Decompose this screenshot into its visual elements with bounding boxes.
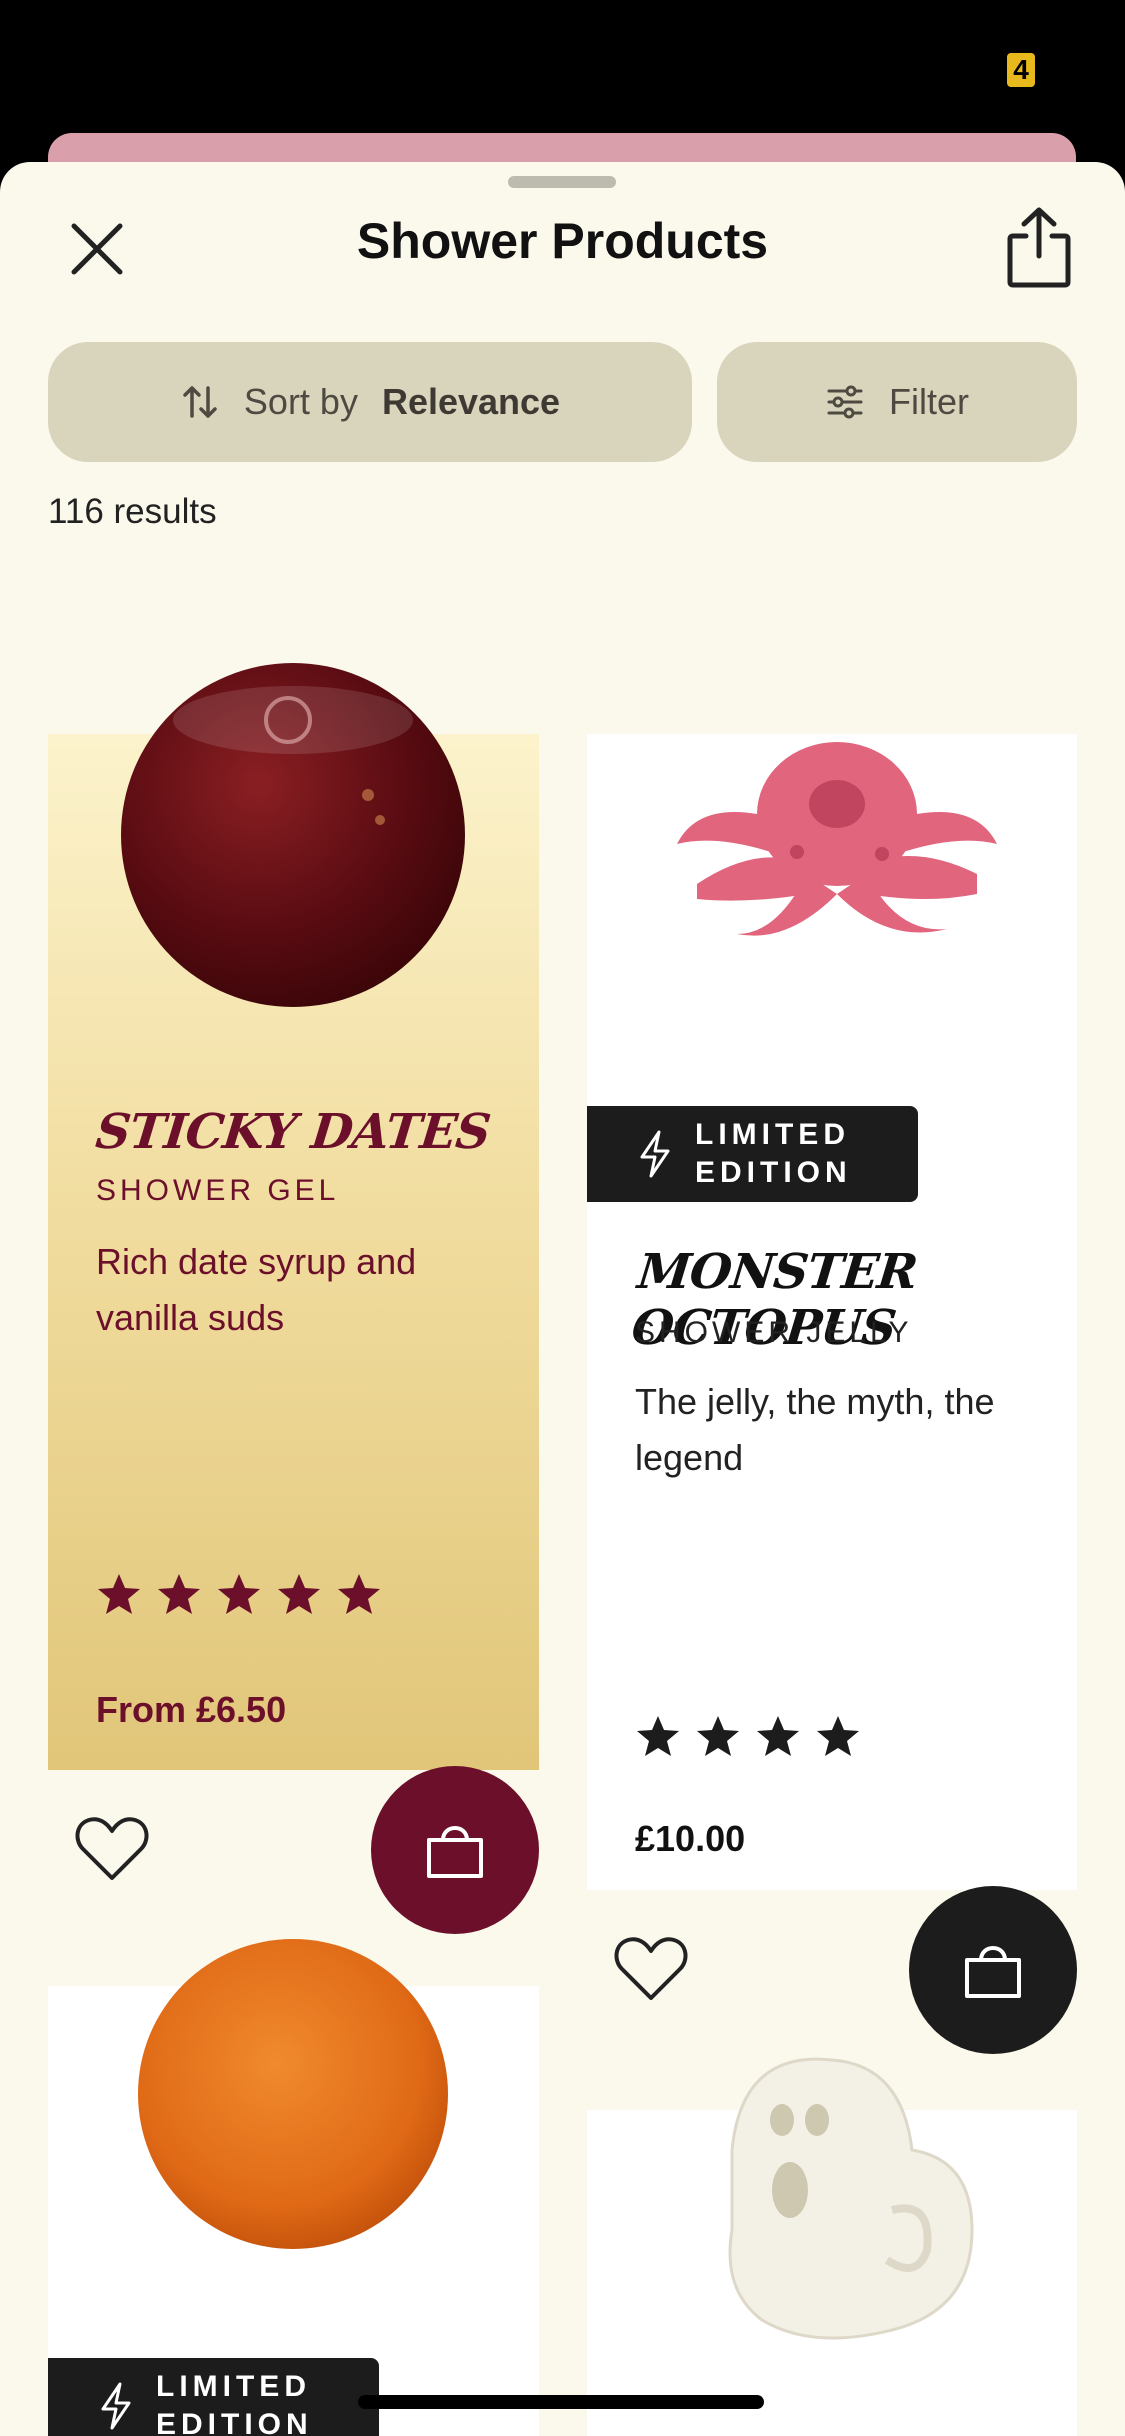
lightning-bolt-icon <box>640 1130 670 1178</box>
product-card[interactable]: LIMITED EDITION MONSTER OCTOPUS SHOWER J… <box>587 734 1077 2054</box>
badge-text: LIMITED EDITION <box>156 2370 313 2436</box>
badge-text: LIMITED EDITION <box>695 1118 852 1189</box>
star-icon <box>98 1574 140 1614</box>
sort-value: Relevance <box>381 381 561 422</box>
star-icon <box>338 1574 380 1614</box>
product-price: £10.00 <box>635 1818 746 1859</box>
product-card[interactable] <box>587 2057 1077 2436</box>
status-bar: 4 <box>0 0 1125 140</box>
product-price: From £6.50 <box>96 1689 287 1730</box>
star-icon <box>637 1716 679 1756</box>
product-image-orange-gel <box>138 1939 448 2249</box>
star-icon <box>757 1716 799 1756</box>
product-card[interactable]: LIMITED EDITION <box>48 1939 539 2436</box>
product-image-date-syrup-gel <box>121 663 465 1007</box>
results-count: 116 results <box>48 492 217 531</box>
wishlist-heart-icon[interactable] <box>613 1934 689 2004</box>
add-to-bag-button[interactable] <box>909 1886 1077 2054</box>
share-button[interactable] <box>1004 204 1074 290</box>
filter-sliders-icon <box>827 385 863 419</box>
product-name[interactable]: STICKY DATES <box>93 1104 493 1160</box>
sheet-grabber[interactable] <box>508 176 616 188</box>
rating-stars <box>96 1572 382 1616</box>
star-icon <box>817 1716 859 1756</box>
wishlist-heart-icon[interactable] <box>74 1814 150 1884</box>
page-title: Shower Products <box>356 213 769 269</box>
star-icon <box>218 1574 260 1614</box>
star-icon <box>158 1574 200 1614</box>
add-to-bag-button[interactable] <box>371 1766 539 1934</box>
star-icon <box>697 1716 739 1756</box>
home-indicator[interactable] <box>358 2395 764 2409</box>
limited-edition-badge: LIMITED EDITION <box>587 1106 918 1202</box>
filter-button[interactable]: Filter <box>717 342 1077 462</box>
limited-edition-badge: LIMITED EDITION <box>48 2358 379 2436</box>
product-type: SHOWER GEL <box>96 1174 340 1207</box>
lightning-bolt-icon <box>101 2382 131 2430</box>
sort-label: Sort by <box>243 381 358 422</box>
sort-icon <box>183 386 217 418</box>
product-card[interactable]: STICKY DATES SHOWER GEL Rich date syrup … <box>48 663 539 1934</box>
shopping-bag-icon <box>965 1946 1021 1998</box>
product-type: SHOWER JELLY <box>635 1316 913 1349</box>
product-image-ghost-soap <box>728 2057 974 2340</box>
shopping-bag-icon <box>427 1826 483 1878</box>
star-icon <box>278 1574 320 1614</box>
bottom-sheet: Shower Products Sort by Relevance Filter… <box>0 162 1125 2436</box>
status-badge: 4 <box>1007 53 1035 87</box>
rating-stars <box>635 1714 861 1758</box>
product-description: Rich date syrup and vanilla suds <box>96 1241 417 1338</box>
share-icon <box>1007 207 1071 288</box>
product-description: The jelly, the myth, the legend <box>635 1381 995 1478</box>
filter-label: Filter <box>889 381 969 422</box>
sort-button[interactable]: Sort by Relevance <box>48 342 692 462</box>
product-image-pink-octopus <box>677 742 997 936</box>
